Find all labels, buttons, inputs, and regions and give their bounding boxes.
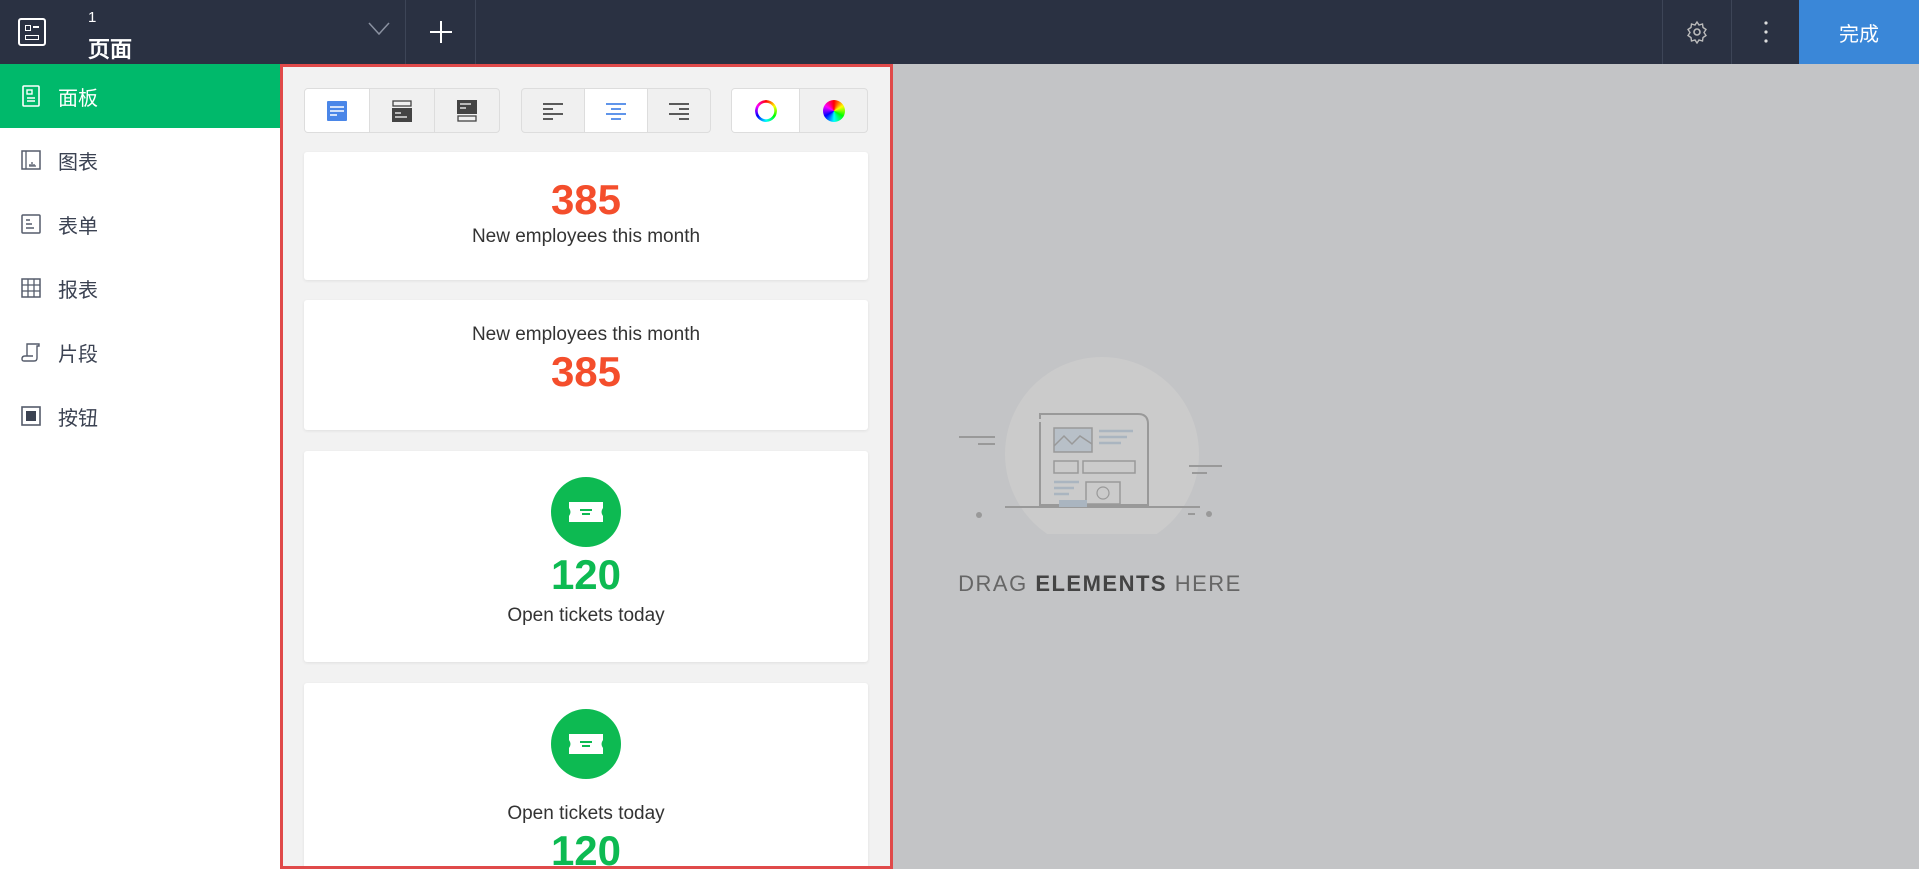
layout-header-button[interactable] xyxy=(370,89,435,132)
sidebar-item-label: 按钮 xyxy=(58,407,98,430)
kpi-label: Open tickets today xyxy=(507,605,665,626)
sidebar: 面板 图表 表单 报表 片段 按钮 xyxy=(0,64,280,869)
align-center-button[interactable] xyxy=(585,89,648,132)
align-left-icon xyxy=(543,102,563,120)
align-left-button[interactable] xyxy=(522,89,585,132)
sidebar-item-button[interactable]: 按钮 xyxy=(0,384,280,448)
sidebar-item-form[interactable]: 表单 xyxy=(0,192,280,256)
kpi-label: Open tickets today xyxy=(507,803,665,824)
divider xyxy=(475,0,476,64)
sidebar-item-label: 报表 xyxy=(58,279,98,302)
kpi-card-label-top[interactable]: New employees this month 385 xyxy=(304,300,868,430)
plus-icon xyxy=(429,21,452,43)
drag-elements-illustration xyxy=(959,357,1222,534)
layout-text-icon xyxy=(327,100,347,121)
color-ring-icon xyxy=(754,99,777,122)
sidebar-item-dashboard[interactable]: 面板 xyxy=(0,64,280,128)
kpi-label: New employees this month xyxy=(471,226,701,247)
add-page-button[interactable] xyxy=(406,0,475,64)
color-wheel-icon xyxy=(822,99,845,122)
hint-text-part: DRAG xyxy=(958,571,1036,596)
kpi-card-icon-label-top[interactable]: Open tickets today 120 xyxy=(304,683,868,869)
layout-header-icon xyxy=(392,99,412,122)
settings-button[interactable] xyxy=(1663,0,1731,64)
align-right-button[interactable] xyxy=(648,89,710,132)
page-icon xyxy=(18,18,46,46)
sidebar-item-label: 图表 xyxy=(58,151,98,174)
vertical-dots-icon xyxy=(1763,21,1768,43)
report-icon xyxy=(21,278,41,298)
kpi-value: 120 xyxy=(550,827,622,869)
page-selector[interactable]: 1 页面 xyxy=(70,0,405,64)
sidebar-item-label: 面板 xyxy=(58,87,98,110)
align-center-icon xyxy=(606,102,626,120)
page-number: 1 xyxy=(88,9,97,26)
layout-footer-button[interactable] xyxy=(435,89,499,132)
done-button[interactable]: 完成 xyxy=(1799,0,1919,64)
hint-text-part: HERE xyxy=(1167,571,1242,596)
drag-elements-hint: DRAG ELEMENTS HERE xyxy=(893,571,1307,597)
kpi-card-icon-value-top[interactable]: 120 Open tickets today xyxy=(304,451,868,662)
sidebar-item-label: 片段 xyxy=(58,343,98,366)
chart-icon xyxy=(21,150,41,170)
sidebar-item-report[interactable]: 报表 xyxy=(0,256,280,320)
layout-footer-icon xyxy=(457,99,477,122)
color-toggle-group xyxy=(731,88,868,133)
alignment-toggle-group xyxy=(521,88,711,133)
dashboard-icon xyxy=(22,85,40,107)
form-icon xyxy=(21,214,41,234)
hint-text-emphasis: ELEMENTS xyxy=(1035,571,1168,596)
kpi-value: 120 xyxy=(550,551,622,598)
drop-canvas[interactable]: DRAG ELEMENTS HERE xyxy=(893,64,1919,869)
chevron-down-icon xyxy=(368,22,390,36)
sidebar-item-chart[interactable]: 图表 xyxy=(0,128,280,192)
layout-text-button[interactable] xyxy=(305,89,370,132)
panel-style-picker: 385 New employees this month New employe… xyxy=(280,64,893,869)
top-bar: 1 页面 完成 xyxy=(0,0,1919,64)
kpi-value: 385 xyxy=(550,176,622,223)
kpi-label: New employees this month xyxy=(471,324,701,345)
page-title: 页面 xyxy=(88,37,133,62)
more-options-button[interactable] xyxy=(1732,0,1799,64)
align-right-icon xyxy=(669,102,689,120)
color-fill-button[interactable] xyxy=(800,89,867,132)
sidebar-item-label: 表单 xyxy=(58,215,98,238)
kpi-value: 385 xyxy=(550,348,622,395)
kpi-card-value-top[interactable]: 385 New employees this month xyxy=(304,152,868,280)
gear-icon xyxy=(1687,20,1707,44)
ticket-icon xyxy=(551,477,621,547)
button-icon xyxy=(21,406,41,426)
sidebar-item-snippet[interactable]: 片段 xyxy=(0,320,280,384)
snippet-icon xyxy=(21,343,40,362)
layout-toggle-group xyxy=(304,88,500,133)
ticket-icon xyxy=(551,709,621,779)
color-outline-button[interactable] xyxy=(732,89,800,132)
